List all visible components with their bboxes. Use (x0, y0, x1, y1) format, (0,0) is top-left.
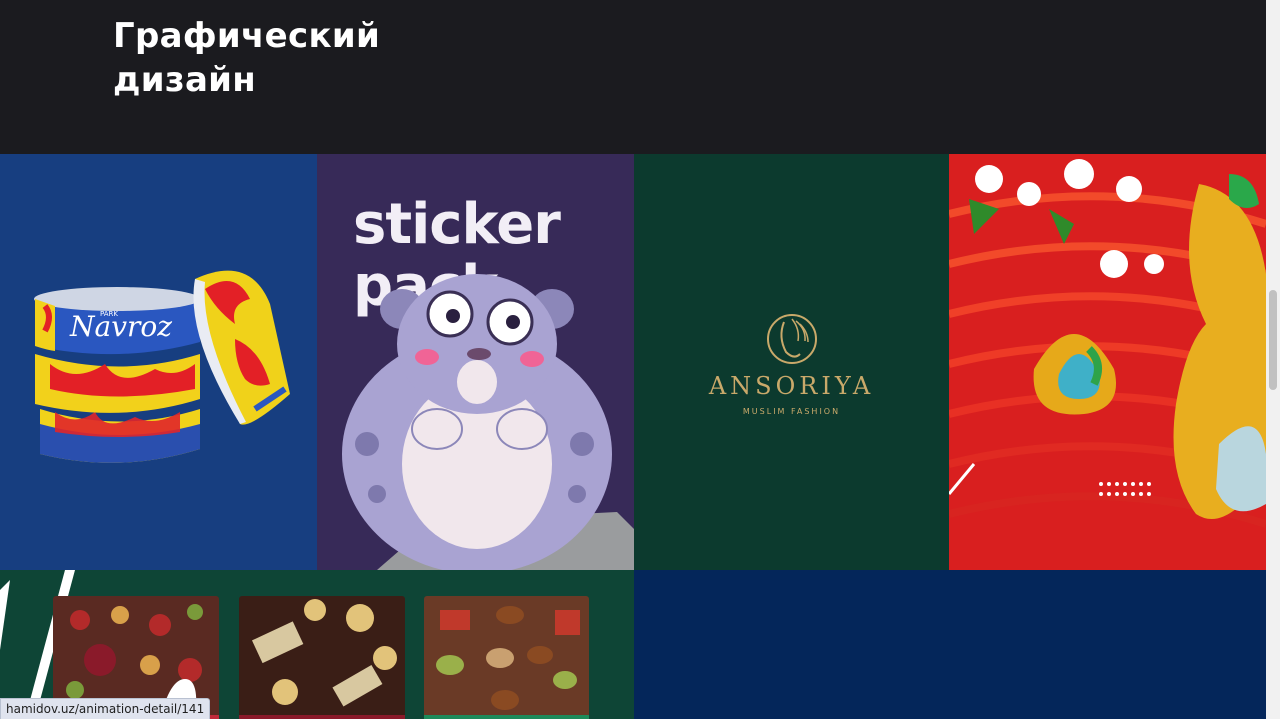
section-title-line1: Графический (113, 16, 381, 56)
portfolio-tile-navroz[interactable]: Navroz PARK (0, 154, 317, 570)
portfolio-tile-chocolate[interactable] (0, 570, 634, 719)
portfolio-tile-ansoriya[interactable]: ANSORIYA MUSLIM FASHION (634, 154, 949, 570)
portfolio-tile-sticker-pack[interactable]: sticker pack (317, 154, 634, 570)
section-title-line2: дизайн (113, 60, 257, 100)
section-header: Графический дизайн (0, 0, 1266, 154)
jewelry-illustration (949, 159, 1266, 528)
navroz-logo-text: Navroz (69, 310, 172, 343)
section-title: Графический дизайн (113, 14, 433, 102)
ansoriya-tagline: MUSLIM FASHION (742, 407, 841, 416)
scrollbar-thumb[interactable] (1269, 290, 1277, 390)
ansoriya-emblem-icon (767, 314, 817, 364)
ansoriya-brand: ANSORIYA (708, 372, 875, 400)
chocolate-bars-illustration (0, 570, 589, 719)
portfolio-tile-navy[interactable] (634, 570, 1266, 719)
link-status-url: hamidov.uz/animation-detail/141 (0, 698, 211, 719)
navroz-packaging-illustration: Navroz PARK (34, 270, 290, 463)
snow-leopard-illustration (342, 274, 634, 570)
page-scrollbar[interactable] (1266, 0, 1280, 719)
portfolio-tile-jewelry[interactable] (949, 154, 1266, 570)
svg-text:PARK: PARK (100, 310, 118, 318)
